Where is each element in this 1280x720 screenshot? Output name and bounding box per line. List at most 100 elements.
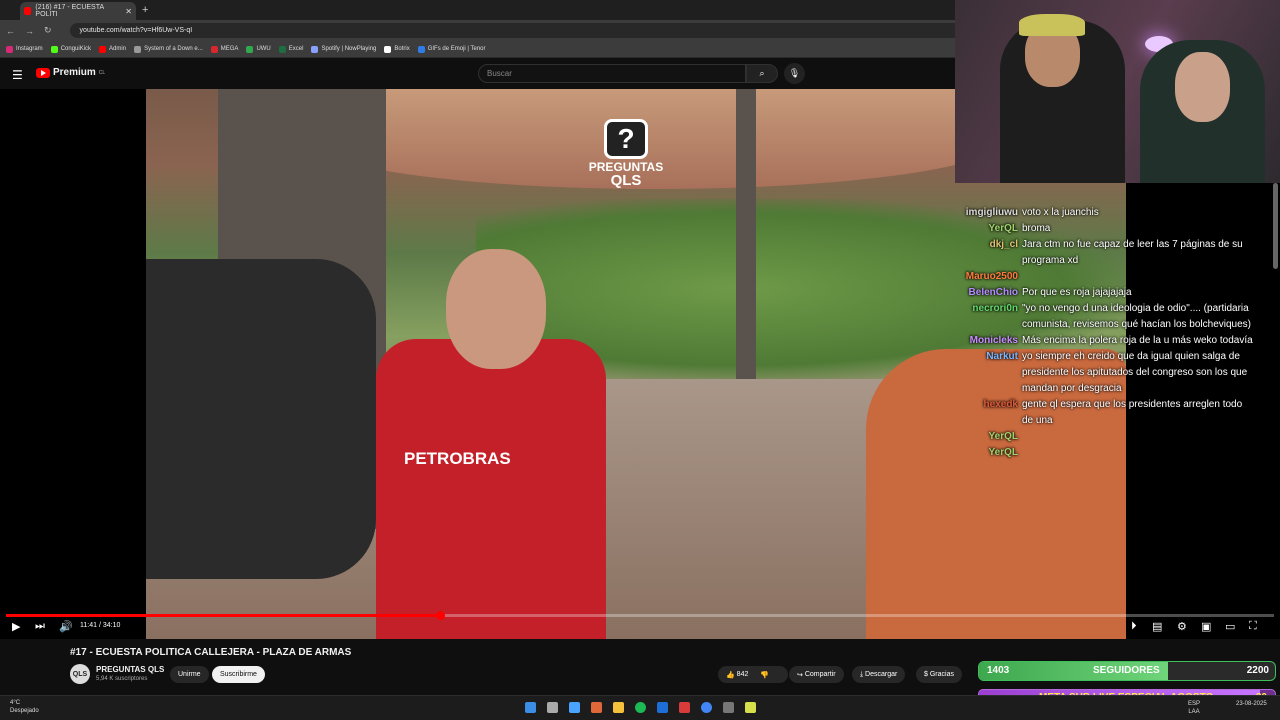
volume-icon[interactable]: 🔊 bbox=[59, 620, 73, 633]
url-field[interactable]: youtube.com/watch?v=Hf6Uw-VS-qI bbox=[69, 23, 970, 38]
subtitles-icon[interactable]: ▤ bbox=[1152, 620, 1162, 633]
file-explorer-icon[interactable] bbox=[613, 702, 624, 713]
youtube-favicon-icon bbox=[24, 7, 32, 15]
chat-text: Por que es roja jajajajaja bbox=[1022, 287, 1132, 298]
thanks-label: Gracias bbox=[929, 671, 954, 678]
app-icon[interactable] bbox=[745, 702, 756, 713]
play-icon[interactable]: ▶ bbox=[12, 620, 20, 633]
search-button[interactable]: ⌕ bbox=[746, 64, 778, 83]
bookmark-tenor[interactable]: GIFs de Emoji | Tenor bbox=[417, 45, 486, 53]
forward-icon[interactable]: → bbox=[25, 26, 34, 36]
chat-username[interactable]: Narkut bbox=[870, 349, 1022, 365]
taskbar-clock[interactable]: 23-08-2025 bbox=[1236, 700, 1267, 708]
interviewer-arm bbox=[146, 259, 376, 579]
chat-username[interactable]: dkj_cl bbox=[870, 237, 1022, 253]
hamburger-menu-icon[interactable]: ☰ bbox=[12, 68, 23, 82]
bookmark-label: Spotify | NowPlaying bbox=[321, 46, 377, 52]
bookmark-conguikick[interactable]: ConguiKick bbox=[50, 45, 91, 53]
copilot-icon[interactable] bbox=[569, 702, 580, 713]
streamer-1-cap bbox=[1019, 14, 1085, 36]
progress-scrubber[interactable] bbox=[435, 611, 445, 620]
chat-username[interactable] bbox=[870, 317, 1022, 333]
chat-username[interactable]: YerQL bbox=[870, 445, 1022, 461]
theater-mode-icon[interactable]: ▭ bbox=[1225, 620, 1235, 633]
reload-icon[interactable]: ↻ bbox=[44, 25, 52, 36]
chat-text: Jara ctm no fue capaz de leer las 7 pági… bbox=[1022, 239, 1243, 250]
channel-name[interactable]: PREGUNTAS QLS bbox=[96, 665, 164, 674]
subscriber-count: 5,94 K suscriptores bbox=[96, 676, 148, 682]
new-tab-icon[interactable]: + bbox=[142, 4, 148, 16]
language-indicator[interactable]: ESP LAA bbox=[1188, 700, 1200, 716]
thumbs-up-icon: 👍 bbox=[726, 671, 737, 679]
chat-message: dkj_cl Jara ctm no fue capaz de leer las … bbox=[870, 237, 1275, 253]
avatar-text: QLS bbox=[72, 670, 88, 678]
download-label: Descargar bbox=[865, 671, 898, 678]
bookmark-botrix[interactable]: Botrix bbox=[384, 45, 410, 53]
interviewee-head bbox=[446, 249, 546, 369]
bookmark-admin[interactable]: Admin bbox=[99, 45, 127, 53]
chat-username[interactable] bbox=[870, 381, 1022, 397]
bookmark-instagram[interactable]: Instagram bbox=[6, 45, 43, 53]
chat-username[interactable]: YerQL bbox=[870, 429, 1022, 445]
spotify-icon[interactable] bbox=[635, 702, 646, 713]
miniplayer-icon[interactable]: ▣ bbox=[1201, 620, 1211, 633]
obs-icon[interactable] bbox=[679, 702, 690, 713]
fullscreen-icon[interactable]: ⛶ bbox=[1249, 620, 1257, 633]
settings-icon[interactable] bbox=[723, 702, 734, 713]
bookmark-excel[interactable]: Excel bbox=[278, 45, 303, 53]
bookmark-uwu[interactable]: UWU bbox=[246, 45, 271, 53]
autoplay-toggle-icon[interactable]: ⏵ bbox=[1131, 620, 1137, 633]
chat-message: Maruo2500 bbox=[870, 269, 1275, 285]
chrome-icon[interactable] bbox=[701, 702, 712, 713]
chat-username[interactable]: Monicleks bbox=[870, 333, 1022, 349]
chat-username[interactable] bbox=[870, 413, 1022, 429]
chat-text: de una bbox=[1022, 415, 1053, 426]
chat-username[interactable]: hexedk bbox=[870, 397, 1022, 413]
bookmark-system-of-a-down[interactable]: System of a Down e... bbox=[134, 45, 203, 53]
chat-text: comunista, revisemos qué hacían los bolc… bbox=[1022, 319, 1252, 330]
voice-search-button[interactable]: 🎙 bbox=[784, 63, 805, 84]
chat-message: YerQL bbox=[870, 445, 1275, 461]
chat-username[interactable] bbox=[870, 365, 1022, 381]
settings-gear-icon[interactable]: ⚙ bbox=[1177, 620, 1187, 633]
share-icon: ↪ bbox=[797, 671, 805, 679]
search-input[interactable]: Buscar bbox=[478, 64, 746, 83]
red-shirt: PETROBRAS bbox=[376, 339, 606, 639]
firefox-icon[interactable] bbox=[591, 702, 602, 713]
channel-avatar[interactable]: QLS bbox=[70, 664, 90, 684]
youtube-logo[interactable]: Premium CL bbox=[36, 67, 105, 78]
join-button[interactable]: Unirme bbox=[170, 666, 209, 683]
bookmark-mega[interactable]: MEGA bbox=[210, 45, 238, 53]
followers-goal-bar: 1403 SEGUIDORES 2200 bbox=[978, 661, 1276, 681]
bookmark-spotify[interactable]: Spotify | NowPlaying bbox=[311, 45, 377, 53]
back-icon[interactable]: ← bbox=[6, 26, 15, 36]
thanks-button[interactable]: $ Gracias bbox=[916, 666, 962, 683]
steam-icon[interactable] bbox=[657, 702, 668, 713]
close-tab-icon[interactable]: ✕ bbox=[125, 7, 132, 16]
task-view-icon[interactable] bbox=[547, 702, 558, 713]
windows-start-icon[interactable] bbox=[525, 702, 536, 713]
chat-username[interactable] bbox=[870, 253, 1022, 269]
kick-icon bbox=[50, 45, 58, 53]
bookmark-label: Admin bbox=[109, 46, 127, 52]
share-button[interactable]: ↪ Compartir bbox=[789, 666, 844, 683]
microphone-icon: 🎙 bbox=[788, 68, 801, 78]
chat-username[interactable]: BelenChio bbox=[870, 285, 1022, 301]
bookmark-label: Botrix bbox=[394, 46, 410, 52]
like-button[interactable]: 👍 842 👎 bbox=[718, 666, 788, 683]
chat-username[interactable]: imgigliuwu bbox=[870, 205, 1022, 221]
next-icon[interactable]: ⏭ bbox=[35, 620, 45, 633]
progress-bar[interactable] bbox=[6, 611, 1274, 620]
chat-username[interactable]: necrori0n bbox=[870, 301, 1022, 317]
chat-text: presidente los apitutados del congreso s… bbox=[1022, 367, 1248, 378]
subscribe-button[interactable]: Suscribirme bbox=[212, 666, 265, 683]
tenor-icon bbox=[417, 45, 425, 53]
thumbs-down-icon[interactable]: 👎 bbox=[760, 671, 769, 679]
chat-username[interactable]: Maruo2500 bbox=[870, 269, 1022, 285]
browser-tab[interactable]: (216) #17 - ECUESTA POLITI ✕ bbox=[20, 2, 136, 20]
download-button[interactable]: ⤓ Descargar bbox=[852, 666, 906, 683]
chat-username[interactable]: YerQL bbox=[870, 221, 1022, 237]
page-scrollbar[interactable] bbox=[1273, 183, 1278, 269]
weather-widget[interactable]: 4°C Despejado bbox=[10, 699, 39, 715]
chat-text: "yo no vengo d una ideologia de odio"...… bbox=[1022, 303, 1249, 314]
